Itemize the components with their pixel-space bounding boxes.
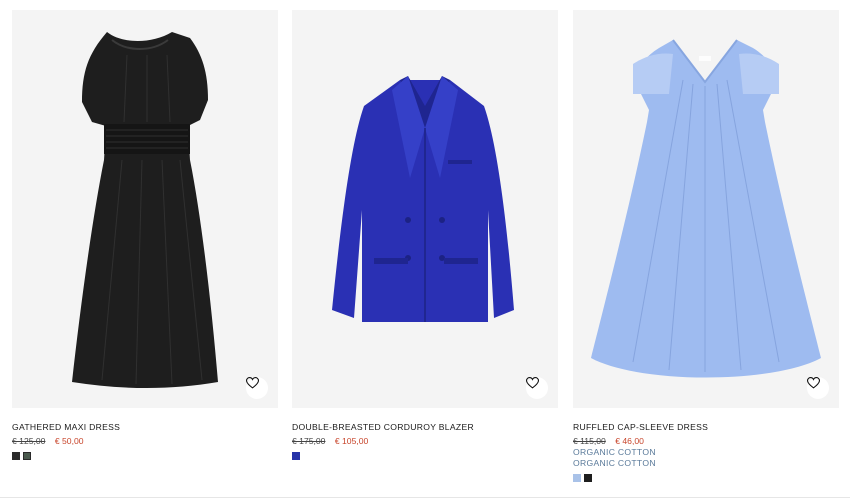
product-tag: ORGANIC COTTON (573, 447, 656, 457)
original-price: € 115,00 (573, 436, 606, 446)
product-card[interactable]: RUFFLED CAP-SLEEVE DRESS € 115,00 € 46,0… (573, 10, 839, 482)
product-card[interactable]: DOUBLE-BREASTED CORDUROY BLAZER € 175,00… (292, 10, 558, 460)
color-swatch[interactable] (23, 452, 31, 460)
original-price: € 125,00 (12, 436, 46, 446)
divider (0, 497, 850, 498)
wishlist-button[interactable] (807, 377, 829, 399)
product-image[interactable] (12, 10, 278, 408)
sale-price: € 105,00 (334, 436, 369, 446)
wishlist-button[interactable] (526, 377, 548, 399)
wishlist-button[interactable] (246, 377, 268, 399)
product-name[interactable]: GATHERED MAXI DRESS (12, 421, 278, 433)
product-name[interactable]: DOUBLE-BREASTED CORDUROY BLAZER (292, 421, 558, 433)
heart-icon (246, 377, 259, 389)
product-name[interactable]: RUFFLED CAP-SLEEVE DRESS (573, 421, 839, 433)
color-swatch[interactable] (292, 452, 300, 460)
original-price: € 175,00 (292, 436, 326, 446)
sale-price: € 46,00 (615, 436, 644, 446)
product-card[interactable]: GATHERED MAXI DRESS € 125,00 € 50,00 (12, 10, 278, 460)
color-swatch[interactable] (12, 452, 20, 460)
color-swatch[interactable] (584, 474, 592, 482)
color-swatch[interactable] (573, 474, 581, 482)
blazer-illustration (332, 76, 514, 322)
heart-icon (526, 377, 539, 389)
dress-illustration (72, 32, 218, 388)
sale-price: € 50,00 (54, 436, 84, 446)
product-tag: ORGANIC COTTON (573, 458, 656, 468)
color-swatches (573, 474, 839, 482)
color-swatches (292, 452, 558, 460)
dress-illustration (591, 39, 821, 378)
product-image[interactable] (292, 10, 558, 408)
product-image[interactable] (573, 10, 839, 408)
heart-icon (807, 377, 820, 389)
color-swatches (12, 452, 278, 460)
